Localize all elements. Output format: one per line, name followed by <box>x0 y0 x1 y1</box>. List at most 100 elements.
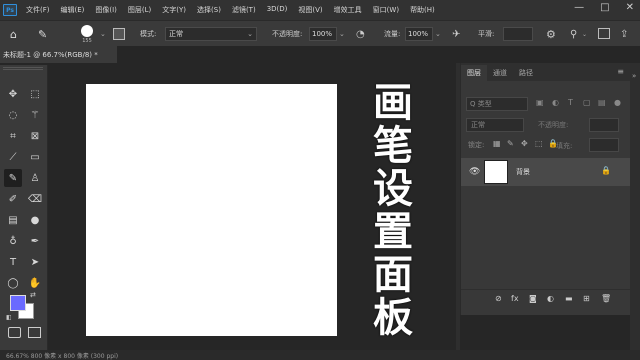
magic-wand-icon[interactable]: ⚚ <box>26 106 44 124</box>
filter-smart-object-icon[interactable]: ▤ <box>598 98 606 107</box>
blur-tool-icon[interactable]: ● <box>26 211 44 229</box>
brush-size-value: 155 <box>82 37 92 44</box>
layers-panel: 图层 通道 路径 ≡ Q 类型 ▣ ◐ T ▢ ▤ ● 正常 不透明度: 锁定:… <box>460 63 631 315</box>
menu-layer[interactable]: 图层(L) <box>128 5 151 15</box>
menu-edit[interactable]: 编辑(E) <box>61 5 85 15</box>
eraser-icon[interactable]: ⌫ <box>26 190 44 208</box>
panel-menu-icon[interactable]: ≡ <box>617 67 624 76</box>
menu-3d[interactable]: 3D(D) <box>267 5 288 15</box>
document-canvas[interactable] <box>86 84 337 336</box>
chevron-down-icon: ⌄ <box>247 30 253 38</box>
quick-mask-icon[interactable] <box>8 327 21 338</box>
type-tool-icon[interactable]: T <box>4 253 22 271</box>
chevron-down-icon[interactable]: ⌄ <box>100 21 106 47</box>
pen-tool-icon[interactable]: ✒ <box>26 232 44 250</box>
chevron-down-icon[interactable]: ⌄ <box>339 21 345 47</box>
menu-image[interactable]: 图像(I) <box>95 5 117 15</box>
opacity-input[interactable]: 100% <box>309 27 337 41</box>
menu-file[interactable]: 文件(F) <box>26 5 50 15</box>
fill-label: 填充: <box>556 142 573 150</box>
collapsed-panel-dock <box>630 63 640 350</box>
foreground-color-swatch[interactable] <box>10 295 26 311</box>
smoothing-input[interactable] <box>503 27 533 41</box>
brush-settings-panel-icon[interactable] <box>113 28 125 40</box>
menu-help[interactable]: 帮助(H) <box>410 5 435 15</box>
tab-paths[interactable]: 路径 <box>513 65 539 81</box>
crop-tool-icon[interactable]: ⌗ <box>4 127 22 145</box>
new-group-icon[interactable]: ▬ <box>565 294 573 303</box>
adjustment-layer-icon[interactable]: ◐ <box>547 294 554 303</box>
maximize-button[interactable]: □ <box>600 2 609 13</box>
smoothing-label: 平滑: <box>478 30 495 38</box>
video-caption: 画 笔 设 置 面 板 <box>356 82 430 340</box>
lasso-tool-icon[interactable]: ◌ <box>4 106 22 124</box>
layer-filter-select[interactable]: Q 类型 <box>466 97 528 111</box>
menu-type[interactable]: 文字(Y) <box>162 5 186 15</box>
delete-layer-icon[interactable]: 🗑 <box>601 294 611 303</box>
move-tool-icon[interactable]: ✥ <box>4 85 22 103</box>
screen-mode-icon[interactable] <box>28 327 41 338</box>
add-mask-icon[interactable]: ◙ <box>529 294 537 303</box>
filter-type-icon[interactable]: T <box>568 98 573 107</box>
lock-position-icon[interactable]: ✥ <box>521 139 528 148</box>
document-tab[interactable]: 未标题-1 @ 66.7%(RGB/8) * <box>0 46 117 63</box>
chevron-down-icon[interactable]: ⌄ <box>435 21 441 47</box>
share-icon[interactable]: ⇪ <box>620 21 628 47</box>
new-layer-icon[interactable]: ⊞ <box>583 294 590 303</box>
lock-pixels-icon[interactable]: ✎ <box>507 139 514 148</box>
mode-select[interactable]: 正常 ⌄ <box>165 27 257 41</box>
artboard-tool-icon[interactable]: ⬚ <box>26 85 44 103</box>
menu-select[interactable]: 选择(S) <box>197 5 221 15</box>
layer-row[interactable]: 👁 背景 🔒 <box>461 158 631 186</box>
menu-filter[interactable]: 滤镜(T) <box>232 5 256 15</box>
tab-channels[interactable]: 通道 <box>487 65 513 81</box>
home-icon[interactable]: ⌂ <box>10 21 24 47</box>
tools-panel: ✥ ⬚ ◌ ⚚ ⌗ ⊠ ⟋ ▭ ✎ ♙ ✐ ⌫ ▤ ● ♁ ✒ T ➤ ◯ ✋ … <box>0 65 48 350</box>
gear-icon[interactable]: ⚙ <box>546 21 556 47</box>
layer-opacity-input[interactable] <box>589 118 619 132</box>
close-button[interactable]: ✕ <box>626 2 634 13</box>
eye-icon[interactable]: 👁 <box>469 167 480 177</box>
eyedropper-icon[interactable]: ⟋ <box>4 148 22 166</box>
collapse-panels-icon[interactable]: » <box>632 72 636 80</box>
menu-plugins[interactable]: 增效工具 <box>334 5 362 15</box>
filter-toggle-icon[interactable]: ● <box>614 98 621 107</box>
minimize-button[interactable]: — <box>574 2 584 13</box>
pressure-opacity-icon[interactable]: ◔ <box>356 21 365 47</box>
flow-input[interactable]: 100% <box>405 27 433 41</box>
tab-layers[interactable]: 图层 <box>461 65 487 81</box>
layer-style-icon[interactable]: fx <box>511 294 519 303</box>
lock-label: 锁定: <box>468 141 485 149</box>
caption-char: 笔 <box>373 123 413 169</box>
blend-mode-select[interactable]: 正常 <box>466 118 524 132</box>
link-layers-icon[interactable]: ⊘ <box>495 294 502 303</box>
frame-tool-icon[interactable]: ⊠ <box>26 127 44 145</box>
lock-transparent-icon[interactable]: ▦ <box>493 139 501 148</box>
toolbar-grip[interactable] <box>3 67 43 70</box>
lock-artboard-icon[interactable]: ⬚ <box>535 139 543 148</box>
filter-adjustment-icon[interactable]: ◐ <box>552 98 559 107</box>
photoshop-logo: Ps <box>3 4 17 16</box>
brush-icon[interactable]: ✎ <box>4 169 22 187</box>
dodge-tool-icon[interactable]: ♁ <box>4 232 22 250</box>
brush-preset-picker[interactable]: 155 <box>76 21 98 47</box>
workspace-icon[interactable] <box>598 28 610 39</box>
filter-pixel-icon[interactable]: ▣ <box>536 98 544 107</box>
swap-colors-icon[interactable]: ⇄ <box>30 291 36 299</box>
history-brush-icon[interactable]: ✐ <box>4 190 22 208</box>
shape-tool-icon[interactable]: ◯ <box>4 274 22 292</box>
airbrush-icon[interactable]: ✈ <box>452 21 460 47</box>
filter-shape-icon[interactable]: ▢ <box>583 98 591 107</box>
menu-view[interactable]: 视图(V) <box>298 5 322 15</box>
menu-window[interactable]: 窗口(W) <box>373 5 399 15</box>
search-icon[interactable]: ⚲ <box>570 21 577 47</box>
brush-tool-icon[interactable]: ✎ <box>38 21 52 47</box>
gradient-icon[interactable]: ▤ <box>4 211 22 229</box>
chevron-down-icon[interactable]: ⌄ <box>582 21 587 47</box>
clone-stamp-icon[interactable]: ♙ <box>26 169 44 187</box>
fill-input[interactable] <box>589 138 619 152</box>
healing-brush-icon[interactable]: ▭ <box>26 148 44 166</box>
path-selection-icon[interactable]: ➤ <box>26 253 44 271</box>
hand-tool-icon[interactable]: ✋ <box>26 274 44 292</box>
default-colors-icon[interactable]: ◧ <box>6 314 12 321</box>
